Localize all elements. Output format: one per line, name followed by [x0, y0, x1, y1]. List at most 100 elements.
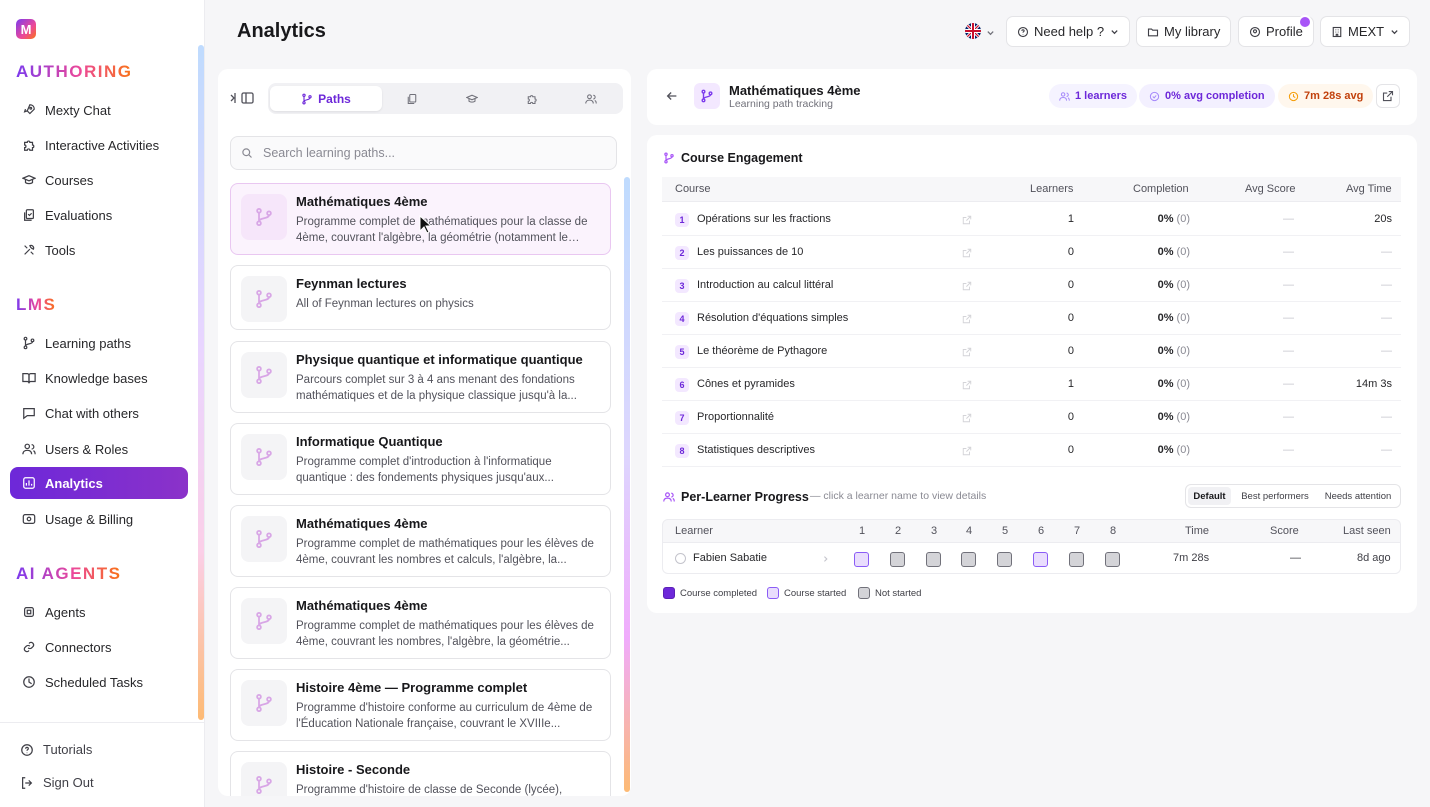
check-circle-icon — [1149, 91, 1160, 101]
external-link-icon[interactable] — [962, 248, 972, 258]
external-link-icon[interactable] — [962, 413, 972, 423]
col-completion: Completion — [1133, 183, 1189, 195]
sidebar-item-interactive-activities[interactable]: Interactive Activities — [10, 129, 188, 161]
table-row[interactable] — [662, 301, 1401, 302]
course-status-cell[interactable] — [926, 552, 941, 567]
avatar — [675, 553, 686, 564]
sidebar: M AUTHORING Mexty Chat Interactive Activ… — [0, 0, 205, 807]
path-card[interactable]: Feynman lectures All of Feynman lectures… — [230, 265, 611, 330]
sidebar-item-label: Users & Roles — [45, 441, 129, 457]
course-status-cell[interactable] — [961, 552, 976, 567]
external-link-icon[interactable] — [962, 380, 972, 390]
sidebar-item-mexty-chat[interactable]: Mexty Chat — [10, 94, 188, 126]
sidebar-item-tutorials[interactable]: Tutorials — [20, 742, 92, 757]
app-logo[interactable]: M — [16, 19, 36, 39]
sidebar-scrollbar[interactable] — [198, 45, 204, 720]
sidebar-item-usage-billing[interactable]: Usage & Billing — [10, 503, 188, 535]
sidebar-item-chat-with-others[interactable]: Chat with others — [10, 397, 188, 429]
path-icon — [241, 762, 287, 796]
path-card[interactable]: Mathématiques 4ème Programme complet de … — [230, 587, 611, 659]
course-status-cell[interactable] — [997, 552, 1012, 567]
puzzle-icon — [24, 140, 35, 151]
filter-best-performers[interactable]: Best performers — [1236, 487, 1314, 505]
path-description: Programme complet de mathématiques pour … — [296, 538, 594, 566]
course-status-cell[interactable] — [890, 552, 905, 567]
course-status-cell[interactable] — [1069, 552, 1084, 567]
panel-toggle-icon[interactable] — [229, 91, 255, 105]
path-card[interactable]: Histoire - Seconde Programme d'histoire … — [230, 751, 611, 796]
path-card[interactable]: Physique quantique et informatique quant… — [230, 341, 611, 413]
path-card[interactable]: Informatique Quantique Programme complet… — [230, 423, 611, 495]
tab-evaluations[interactable] — [388, 86, 436, 111]
table-row[interactable] — [662, 466, 1401, 467]
path-description: Programme complet de mathématiques pour … — [296, 620, 594, 648]
org-selector-button[interactable]: MEXT — [1320, 16, 1411, 47]
external-link-icon[interactable] — [962, 314, 972, 324]
table-row[interactable] — [662, 334, 1401, 335]
sidebar-item-connectors[interactable]: Connectors — [10, 631, 188, 663]
org-label: MEXT — [1348, 24, 1385, 39]
path-card[interactable]: Histoire 4ème — Programme complet Progra… — [230, 669, 611, 741]
course-completion: 0% (0) — [1120, 411, 1190, 423]
tab-users[interactable] — [567, 86, 615, 111]
arrow-left-icon[interactable] — [665, 89, 679, 103]
tab-paths[interactable]: Paths — [270, 86, 382, 111]
paths-scrollbar[interactable] — [624, 177, 630, 792]
sidebar-item-agents[interactable]: Agents — [10, 596, 188, 628]
col-learner: Learner — [675, 525, 713, 537]
external-link-icon[interactable] — [962, 215, 972, 225]
course-avg-score: — — [1283, 444, 1294, 456]
filter-default[interactable]: Default — [1188, 487, 1231, 505]
log-out-icon — [22, 776, 33, 789]
chevron-down-icon[interactable] — [986, 28, 995, 37]
page-title: Analytics — [237, 20, 326, 42]
external-link-icon[interactable] — [962, 347, 972, 357]
sidebar-item-evaluations[interactable]: Evaluations — [10, 199, 188, 231]
need-help-button[interactable]: Need help ? — [1006, 16, 1131, 47]
table-row[interactable] — [662, 433, 1401, 434]
sidebar-item-knowledge-bases[interactable]: Knowledge bases — [10, 362, 188, 394]
course-completion: 0% (0) — [1120, 444, 1190, 456]
completion-percent: 0% — [1157, 345, 1174, 357]
sidebar-item-analytics[interactable]: Analytics — [10, 467, 188, 499]
col-time: Time — [1185, 525, 1210, 537]
external-link-icon[interactable] — [962, 446, 972, 456]
table-row[interactable] — [662, 367, 1401, 368]
sidebar-item-sign-out[interactable]: Sign Out — [20, 775, 94, 790]
tab-activities[interactable] — [508, 86, 556, 111]
course-number: 3 — [675, 279, 689, 293]
completion-percent: 0% — [1157, 279, 1174, 291]
path-card[interactable]: Mathématiques 4ème Programme complet de … — [230, 505, 611, 577]
tab-courses[interactable] — [448, 86, 496, 111]
course-status-cell[interactable] — [1105, 552, 1120, 567]
open-external-button[interactable] — [1376, 84, 1400, 108]
table-row[interactable] — [662, 400, 1401, 401]
sidebar-item-tools[interactable]: Tools — [10, 234, 188, 266]
course-status-cell[interactable] — [1033, 552, 1048, 567]
col-course-number: 2 — [894, 525, 902, 537]
graduation-cap-icon — [22, 174, 36, 185]
search-input[interactable] — [263, 146, 593, 160]
sidebar-item-scheduled-tasks[interactable]: Scheduled Tasks — [10, 666, 188, 698]
learner-name-link[interactable]: Fabien Sabatie — [693, 552, 767, 564]
uk-flag-icon[interactable] — [965, 23, 981, 39]
external-link-icon[interactable] — [962, 281, 972, 291]
course-avg-time: — — [1381, 312, 1392, 324]
sidebar-item-courses[interactable]: Courses — [10, 164, 188, 196]
table-row[interactable] — [662, 235, 1401, 236]
legend-started: Course started — [767, 587, 846, 599]
filter-needs-attention[interactable]: Needs attention — [1318, 487, 1398, 505]
table-row[interactable] — [662, 268, 1401, 269]
path-icon — [241, 680, 287, 726]
puzzle-icon — [527, 94, 537, 104]
my-library-button[interactable]: My library — [1136, 16, 1232, 47]
sidebar-item-users-roles[interactable]: Users & Roles — [10, 433, 188, 465]
legend-label: Not started — [875, 587, 922, 599]
course-status-cell[interactable] — [854, 552, 869, 567]
copy-icon — [407, 93, 417, 104]
chat-icon — [23, 408, 35, 420]
path-description: Parcours complet sur 3 à 4 ans menant de… — [296, 374, 577, 402]
sidebar-item-label: Knowledge bases — [45, 370, 148, 386]
course-number: 8 — [675, 444, 689, 458]
sidebar-item-learning-paths[interactable]: Learning paths — [10, 327, 188, 359]
